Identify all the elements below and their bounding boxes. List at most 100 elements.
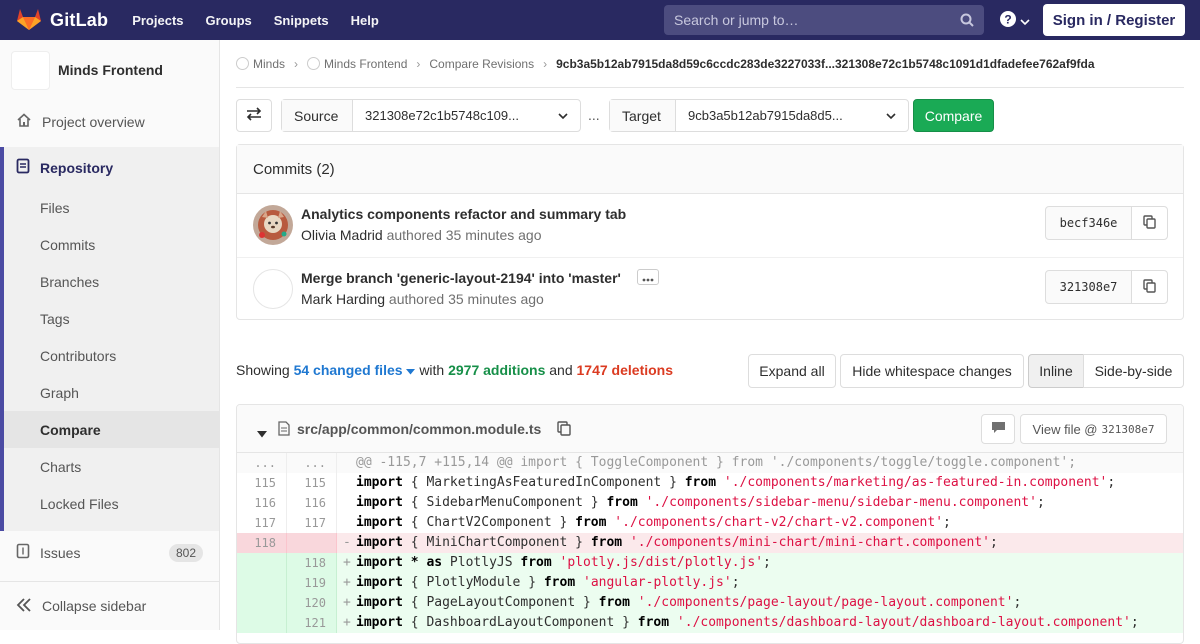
copy-sha-button[interactable] bbox=[1132, 207, 1167, 239]
diff-line-new: 120 + import { PageLayoutComponent } from … bbox=[237, 593, 1183, 613]
sign-in-button[interactable]: Sign in / Register bbox=[1043, 4, 1185, 36]
compare-button[interactable]: Compare bbox=[913, 99, 994, 132]
breadcrumb-compare-revisions[interactable]: Compare Revisions bbox=[429, 57, 534, 71]
sidebar-item-commits[interactable]: Commits bbox=[0, 226, 219, 263]
hide-whitespace-button[interactable]: Hide whitespace changes bbox=[840, 354, 1024, 388]
inline-view-button[interactable]: Inline bbox=[1028, 354, 1084, 388]
nav-help[interactable]: Help bbox=[351, 13, 379, 28]
diff-sign: + bbox=[343, 595, 351, 610]
nav-groups[interactable]: Groups bbox=[206, 13, 252, 28]
new-line-number[interactable]: 120 bbox=[287, 593, 337, 613]
expand-commit-message-button[interactable] bbox=[637, 269, 659, 285]
sidebar-item-issues[interactable]: Issues 802 bbox=[0, 534, 219, 571]
expand-all-button[interactable]: Expand all bbox=[748, 354, 836, 388]
diff-line-new: 118 + import * as PlotlyJS from 'plotly.js… bbox=[237, 553, 1183, 573]
collapse-sidebar-button[interactable]: Collapse sidebar bbox=[0, 581, 219, 630]
target-label: Target bbox=[610, 100, 676, 131]
view-file-button[interactable]: View file @321308e7 bbox=[1020, 414, 1167, 444]
view-file-sha: 321308e7 bbox=[1101, 422, 1155, 436]
file-path[interactable]: src/app/common/common.module.ts bbox=[297, 421, 541, 437]
author-avatar[interactable] bbox=[253, 205, 293, 245]
breadcrumb-current[interactable]: 9cb3a5b12ab7915da8d59c6ccdc283de3227033f… bbox=[556, 57, 1094, 71]
sidebar-item-project-overview[interactable]: Project overview bbox=[0, 103, 219, 140]
caret-down-icon[interactable] bbox=[257, 425, 267, 441]
toggle-comments-button[interactable] bbox=[981, 414, 1015, 444]
commit-author[interactable]: Olivia Madrid bbox=[301, 227, 383, 243]
new-line-number[interactable]: 118 bbox=[287, 553, 337, 573]
source-ref-dropdown[interactable]: 321308e72c1b5748c109... bbox=[353, 100, 580, 131]
search-icon[interactable] bbox=[960, 13, 974, 30]
issues-icon bbox=[16, 543, 30, 562]
new-line-number[interactable]: ... bbox=[287, 453, 337, 473]
sidebar-item-locked-files[interactable]: Locked Files bbox=[0, 485, 219, 522]
new-line-number[interactable]: 121 bbox=[287, 613, 337, 633]
sidebar-item-graph[interactable]: Graph bbox=[0, 374, 219, 411]
new-line-number[interactable]: 117 bbox=[287, 513, 337, 533]
sidebar-item-files[interactable]: Files bbox=[0, 189, 219, 226]
nav-projects[interactable]: Projects bbox=[132, 13, 183, 28]
gitlab-brand[interactable]: GitLab bbox=[16, 0, 108, 40]
code-line: import { SidebarMenuComponent } from './… bbox=[337, 493, 1183, 513]
sidebar-item-charts[interactable]: Charts bbox=[0, 448, 219, 485]
code-text: import { SidebarMenuComponent } from './… bbox=[356, 495, 1045, 510]
new-line-number[interactable]: 119 bbox=[287, 573, 337, 593]
breadcrumb-minds-frontend[interactable]: Minds Frontend bbox=[307, 57, 407, 71]
svg-text:?: ? bbox=[1004, 13, 1011, 27]
search-input[interactable] bbox=[674, 12, 954, 28]
sidebar-item-contributors[interactable]: Contributors bbox=[0, 337, 219, 374]
source-ref-group: Source 321308e72c1b5748c109... bbox=[281, 99, 581, 132]
copy-path-button[interactable] bbox=[557, 421, 571, 439]
sidebar-item-label: Files bbox=[40, 199, 70, 216]
breadcrumb-minds[interactable]: Minds bbox=[236, 57, 285, 71]
repository-section: Repository Files Commits Branches Tags C… bbox=[0, 147, 219, 531]
commit-title[interactable]: Merge branch 'generic-layout-2194' into … bbox=[301, 270, 621, 286]
file-diff: src/app/common/common.module.ts View fil… bbox=[236, 404, 1184, 644]
diff-sign: + bbox=[343, 615, 351, 630]
copy-sha-button[interactable] bbox=[1132, 271, 1167, 303]
changed-files-count: 54 changed files bbox=[293, 362, 403, 378]
code-keyword: import bbox=[356, 595, 403, 610]
changed-files-dropdown[interactable]: 54 changed files bbox=[294, 362, 416, 378]
old-line-number[interactable]: 116 bbox=[237, 493, 287, 513]
old-line-number[interactable] bbox=[237, 593, 287, 613]
commit-title[interactable]: Analytics components refactor and summar… bbox=[301, 206, 626, 222]
sidebar: Minds Frontend Project overview Reposito… bbox=[0, 40, 220, 630]
target-ref-dropdown[interactable]: 9cb3a5b12ab7915da8d5... bbox=[676, 100, 908, 131]
new-line-number[interactable]: 115 bbox=[287, 473, 337, 493]
sidebar-item-label: Compare bbox=[40, 421, 101, 438]
help-dropdown[interactable]: ? bbox=[1000, 11, 1030, 30]
commit-sha[interactable]: becf346e bbox=[1046, 207, 1132, 239]
swap-revisions-button[interactable] bbox=[236, 99, 272, 132]
commit-author[interactable]: Mark Harding bbox=[301, 291, 385, 307]
sidebar-item-compare[interactable]: Compare bbox=[4, 411, 219, 448]
sidebar-item-tags[interactable]: Tags bbox=[0, 300, 219, 337]
author-avatar[interactable] bbox=[253, 269, 293, 309]
old-line-number[interactable]: ... bbox=[237, 453, 287, 473]
sidebar-item-branches[interactable]: Branches bbox=[0, 263, 219, 300]
commits-panel: Commits (2) Analytics components refacto… bbox=[236, 144, 1184, 320]
commit-authored-time: authored 35 minutes ago bbox=[386, 227, 542, 243]
copy-icon bbox=[1143, 278, 1156, 296]
old-line-number[interactable]: 117 bbox=[237, 513, 287, 533]
nav-snippets[interactable]: Snippets bbox=[274, 13, 329, 28]
comment-icon bbox=[991, 421, 1006, 437]
code-line: + import { PlotlyModule } from 'angular-p… bbox=[337, 573, 1183, 593]
sidebar-project-header[interactable]: Minds Frontend bbox=[0, 40, 219, 100]
code-keyword: from bbox=[598, 595, 630, 610]
old-line-number[interactable]: 118 bbox=[237, 533, 287, 553]
old-line-number[interactable] bbox=[237, 553, 287, 573]
commit-sha[interactable]: 321308e7 bbox=[1046, 271, 1132, 303]
new-line-number[interactable]: 116 bbox=[287, 493, 337, 513]
code-line: @@ -115,7 +115,14 @@ import { ToggleComp… bbox=[337, 453, 1183, 473]
code-keyword: from bbox=[684, 475, 717, 490]
caret-down-icon bbox=[406, 362, 416, 378]
target-ref-value: 9cb3a5b12ab7915da8d5... bbox=[688, 108, 843, 123]
old-line-number[interactable] bbox=[237, 613, 287, 633]
old-line-number[interactable]: 115 bbox=[237, 473, 287, 493]
sidebar-item-repository[interactable]: Repository bbox=[0, 149, 219, 186]
old-line-number[interactable] bbox=[237, 573, 287, 593]
sidebar-item-label: Project overview bbox=[42, 113, 145, 130]
new-line-number[interactable] bbox=[287, 533, 337, 553]
side-by-side-button[interactable]: Side-by-side bbox=[1083, 354, 1184, 388]
diff-sign bbox=[343, 473, 356, 493]
